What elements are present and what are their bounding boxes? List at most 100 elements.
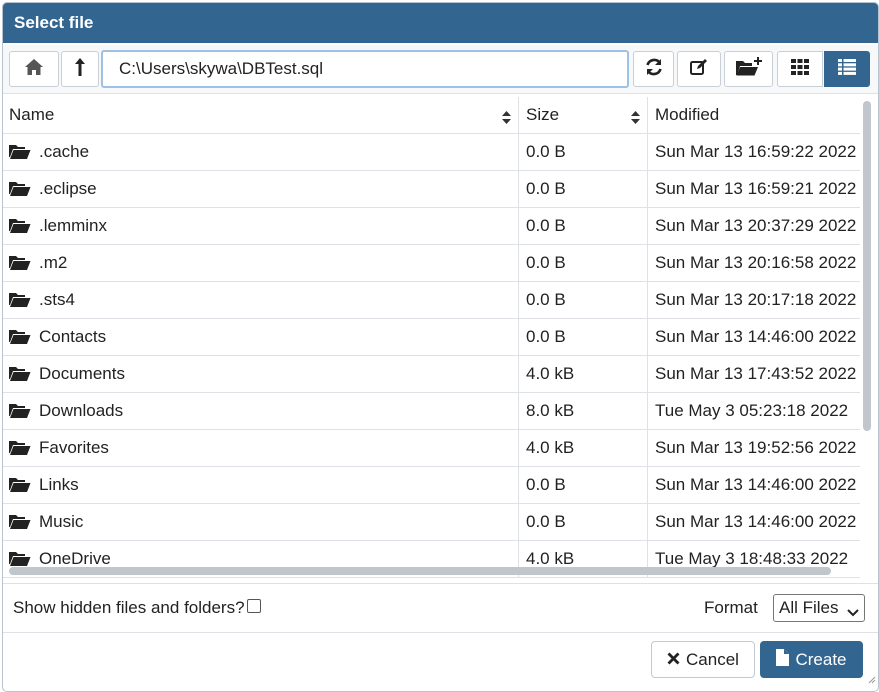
table-row[interactable]: Contacts 0.0 B Sun Mar 13 14:46:00 2022 [3, 319, 860, 356]
create-button[interactable]: Create [760, 641, 863, 678]
options-bar: Show hidden files and folders? Format Al… [3, 583, 878, 633]
file-modified: Tue May 3 05:23:18 2022 [655, 401, 849, 420]
size-cell: 0.0 B [520, 282, 648, 318]
column-header-label: Size [526, 105, 560, 124]
name-cell: .m2 [3, 245, 519, 281]
table-row[interactable]: Favorites 4.0 kB Sun Mar 13 19:52:56 2022 [3, 430, 860, 467]
modified-cell: Sun Mar 13 14:46:00 2022 [649, 504, 860, 540]
name-cell: .cache [3, 134, 519, 170]
vertical-scrollbar[interactable] [860, 97, 876, 581]
up-directory-button[interactable] [61, 51, 99, 87]
resize-grip-icon[interactable] [868, 671, 876, 689]
file-modified: Sun Mar 13 17:43:52 2022 [655, 364, 857, 383]
list-icon [838, 58, 856, 80]
size-cell: 4.0 kB [520, 356, 648, 392]
column-header-name[interactable]: Name [3, 97, 519, 133]
folder-plus-icon [735, 56, 763, 83]
home-button[interactable] [9, 51, 59, 87]
file-name: Music [39, 512, 84, 531]
chevron-down-icon [847, 603, 859, 623]
table-row[interactable]: Links 0.0 B Sun Mar 13 14:46:00 2022 [3, 467, 860, 504]
sort-icon [631, 109, 640, 129]
table-row[interactable]: .cache 0.0 B Sun Mar 13 16:59:22 2022 [3, 134, 860, 171]
file-name: .eclipse [39, 179, 97, 198]
new-folder-button[interactable] [724, 51, 773, 87]
sort-icon [502, 109, 511, 129]
name-cell: .eclipse [3, 171, 519, 207]
table-row[interactable]: .sts4 0.0 B Sun Mar 13 20:17:18 2022 [3, 282, 860, 319]
rename-button[interactable] [677, 51, 721, 87]
modified-cell: Sun Mar 13 14:46:00 2022 [649, 319, 860, 355]
name-cell: Favorites [3, 430, 519, 466]
size-cell: 0.0 B [520, 504, 648, 540]
column-header-size[interactable]: Size [520, 97, 648, 133]
format-label: Format [704, 598, 758, 617]
file-modified: Sun Mar 13 14:46:00 2022 [655, 327, 857, 346]
file-size: 0.0 B [526, 512, 566, 531]
modified-cell: Sun Mar 13 16:59:22 2022 [649, 134, 860, 170]
name-cell: Links [3, 467, 519, 503]
file-modified: Sun Mar 13 16:59:21 2022 [655, 179, 857, 198]
list-view-button[interactable] [824, 51, 870, 87]
folder-open-icon [9, 477, 31, 493]
create-label: Create [795, 649, 847, 669]
table-row[interactable]: .m2 0.0 B Sun Mar 13 20:16:58 2022 [3, 245, 860, 282]
modified-cell: Sun Mar 13 20:17:18 2022 [649, 282, 860, 318]
table-row[interactable]: Music 0.0 B Sun Mar 13 14:46:00 2022 [3, 504, 860, 541]
size-cell: 0.0 B [520, 208, 648, 244]
file-size: 0.0 B [526, 290, 566, 309]
file-size: 4.0 kB [526, 438, 575, 457]
path-input[interactable]: C:\Users\skywa\DBTest.sql [101, 50, 629, 88]
refresh-button[interactable] [633, 51, 674, 87]
table-row[interactable]: Documents 4.0 kB Sun Mar 13 17:43:52 2022 [3, 356, 860, 393]
column-header-modified[interactable]: Modified [649, 97, 860, 133]
grid-view-button[interactable] [777, 51, 823, 87]
modified-cell: Tue May 3 05:23:18 2022 [649, 393, 860, 429]
table-header-row: Name Size Modified [3, 97, 860, 134]
table-row[interactable]: Downloads 8.0 kB Tue May 3 05:23:18 2022 [3, 393, 860, 430]
show-hidden-checkbox[interactable] [246, 599, 261, 613]
name-cell: .lemminx [3, 208, 519, 244]
table-row[interactable]: .lemminx 0.0 B Sun Mar 13 20:37:29 2022 [3, 208, 860, 245]
file-table: Name Size Modified .cache 0.0 B Sun Mar 13… [3, 97, 860, 581]
file-size: 4.0 kB [526, 364, 575, 383]
folder-open-icon [9, 181, 31, 197]
cancel-label: Cancel [686, 649, 739, 669]
modified-cell: Sun Mar 13 19:52:56 2022 [649, 430, 860, 466]
folder-open-icon [9, 440, 31, 456]
file-icon [776, 648, 795, 671]
folder-open-icon [9, 329, 31, 345]
size-cell: 0.0 B [520, 467, 648, 503]
horizontal-scrollbar-thumb[interactable] [9, 567, 831, 575]
file-modified: Sun Mar 13 14:46:00 2022 [655, 475, 857, 494]
folder-open-icon [9, 218, 31, 234]
size-cell: 0.0 B [520, 319, 648, 355]
cancel-button[interactable]: Cancel [651, 641, 755, 678]
folder-open-icon [9, 366, 31, 382]
folder-open-icon [9, 551, 31, 567]
size-cell: 0.0 B [520, 134, 648, 170]
file-name: .m2 [39, 253, 68, 272]
show-hidden-option: Show hidden files and folders? [13, 598, 261, 618]
folder-open-icon [9, 403, 31, 419]
file-name: .lemminx [39, 216, 108, 235]
folder-open-icon [9, 292, 31, 308]
modified-cell: Sun Mar 13 16:59:21 2022 [649, 171, 860, 207]
grid-icon [791, 58, 809, 80]
vertical-scrollbar-thumb[interactable] [863, 101, 871, 431]
close-icon [667, 650, 686, 670]
dialog-titlebar[interactable]: Select file [3, 3, 878, 43]
file-name: OneDrive [39, 549, 111, 568]
modified-cell: Sun Mar 13 20:16:58 2022 [649, 245, 860, 281]
file-toolbar: C:\Users\skywa\DBTest.sql [3, 45, 878, 94]
modified-cell: Sun Mar 13 14:46:00 2022 [649, 467, 860, 503]
home-icon [24, 58, 44, 81]
file-size: 0.0 B [526, 216, 566, 235]
file-modified: Sun Mar 13 20:37:29 2022 [655, 216, 857, 235]
folder-open-icon [9, 144, 31, 160]
format-select[interactable]: All Files [773, 594, 865, 622]
file-modified: Sun Mar 13 20:17:18 2022 [655, 290, 857, 309]
refresh-icon [644, 57, 664, 82]
table-row[interactable]: .eclipse 0.0 B Sun Mar 13 16:59:21 2022 [3, 171, 860, 208]
file-name: Favorites [39, 438, 109, 457]
